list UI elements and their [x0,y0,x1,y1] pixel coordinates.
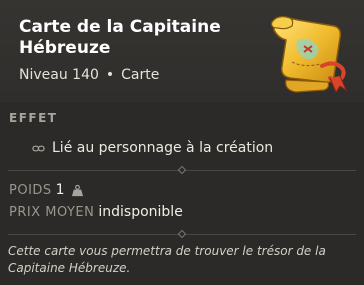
subtitle-separator: • [105,67,115,83]
weight-value: 1 [55,182,65,198]
item-description: Cette carte vous permettra de trouver le… [8,244,326,275]
item-subtitle: Niveau 140 • Carte [19,67,159,83]
divider-ornament [177,229,187,239]
item-name: Carte de la Capitaine Hébreuze [19,17,221,58]
effects-header: EFFET [9,111,58,125]
tooltip-header: Carte de la Capitaine Hébreuze Niveau 14… [0,0,364,102]
link-icon [32,145,45,151]
item-level: Niveau 140 [19,67,99,83]
weight-icon [71,184,83,196]
price-label: PRIX MOYEN [9,204,95,220]
weight-row: POIDS 1 [9,182,84,198]
treasure-map-icon [271,16,348,94]
effect-line: Lié au personnage à la création [32,140,273,156]
weight-label: POIDS [9,182,52,198]
item-type: Carte [121,67,160,83]
price-value: indisponible [98,204,183,220]
item-tooltip: Carte de la Capitaine Hébreuze Niveau 14… [0,0,364,285]
price-row: PRIX MOYEN indisponible [9,204,183,220]
divider-ornament [177,165,187,175]
effect-text: Lié au personnage à la création [52,140,274,156]
